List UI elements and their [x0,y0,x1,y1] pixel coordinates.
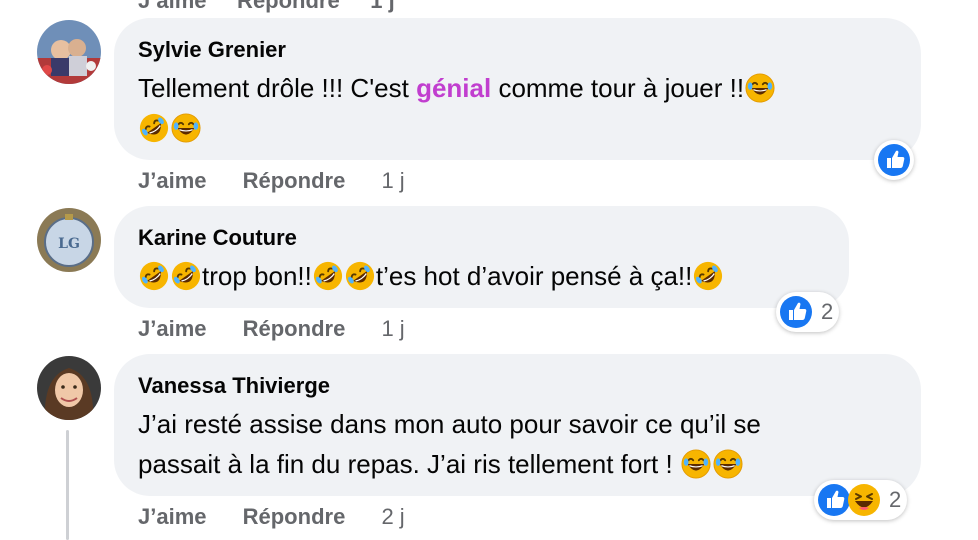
comment-text: Tellement drôle !!! C'est génial comme t… [138,68,897,148]
comment-bubble: Vanessa Thivierge J’ai resté assise dans… [114,354,921,496]
reaction-count: 2 [821,299,834,324]
reply-button[interactable]: Répondre [243,504,346,529]
comment-bubble: Karine Couture trop bon!! t’es hot d’avoi… [114,206,849,308]
comment-actions: J’aime Répondre 1 j [138,316,435,342]
like-button[interactable]: J’aime [138,316,207,341]
like-icon [779,295,813,329]
avatar[interactable]: LG [37,208,101,272]
laughing-emoji-icon [745,73,775,103]
reaction-summary[interactable]: 2 [776,292,840,332]
comment-text: trop bon!! t’es hot d’avoir pensé à ça!! [138,256,825,296]
comment-author[interactable]: Karine Couture [138,224,825,252]
previous-comment-actions: J’aime Répondre 1 j [138,0,395,13]
reply-button[interactable]: Répondre [243,168,346,193]
rofl-emoji-icon [345,261,375,291]
laughing-emoji-icon [681,449,711,479]
like-button[interactable]: J’aime [138,504,207,529]
rofl-emoji-icon [139,261,169,291]
avatar[interactable] [37,356,101,420]
reaction-summary[interactable] [874,140,914,180]
haha-icon [847,483,881,517]
reply-button[interactable]: Répondre [243,316,346,341]
svg-text:LG: LG [58,236,80,252]
comment-actions: J’aime Répondre 1 j [138,168,435,194]
like-button[interactable]: J’aime [138,168,207,193]
laughing-emoji-icon [171,113,201,143]
comment-bubble: Sylvie Grenier Tellement drôle !!! C'est… [114,18,921,160]
like-icon [817,483,851,517]
rofl-emoji-icon [313,261,343,291]
reaction-count: 2 [889,487,902,512]
thread-line [66,430,69,540]
comment-actions: J’aime Répondre 2 j [138,504,435,530]
rofl-emoji-icon [171,261,201,291]
rofl-emoji-icon [693,261,723,291]
timestamp[interactable]: 1 j [381,316,404,341]
comment-author[interactable]: Vanessa Thivierge [138,372,897,400]
timestamp[interactable]: 2 j [381,504,404,529]
highlighted-word: génial [416,73,492,103]
rofl-emoji-icon [139,113,169,143]
comment-author[interactable]: Sylvie Grenier [138,36,897,64]
laughing-emoji-icon [713,449,743,479]
timestamp[interactable]: 1 j [381,168,404,193]
reaction-summary[interactable]: 2 [814,480,908,520]
comment-text: J’ai resté assise dans mon auto pour sav… [138,409,761,479]
like-icon [877,143,911,177]
avatar[interactable] [37,20,101,84]
